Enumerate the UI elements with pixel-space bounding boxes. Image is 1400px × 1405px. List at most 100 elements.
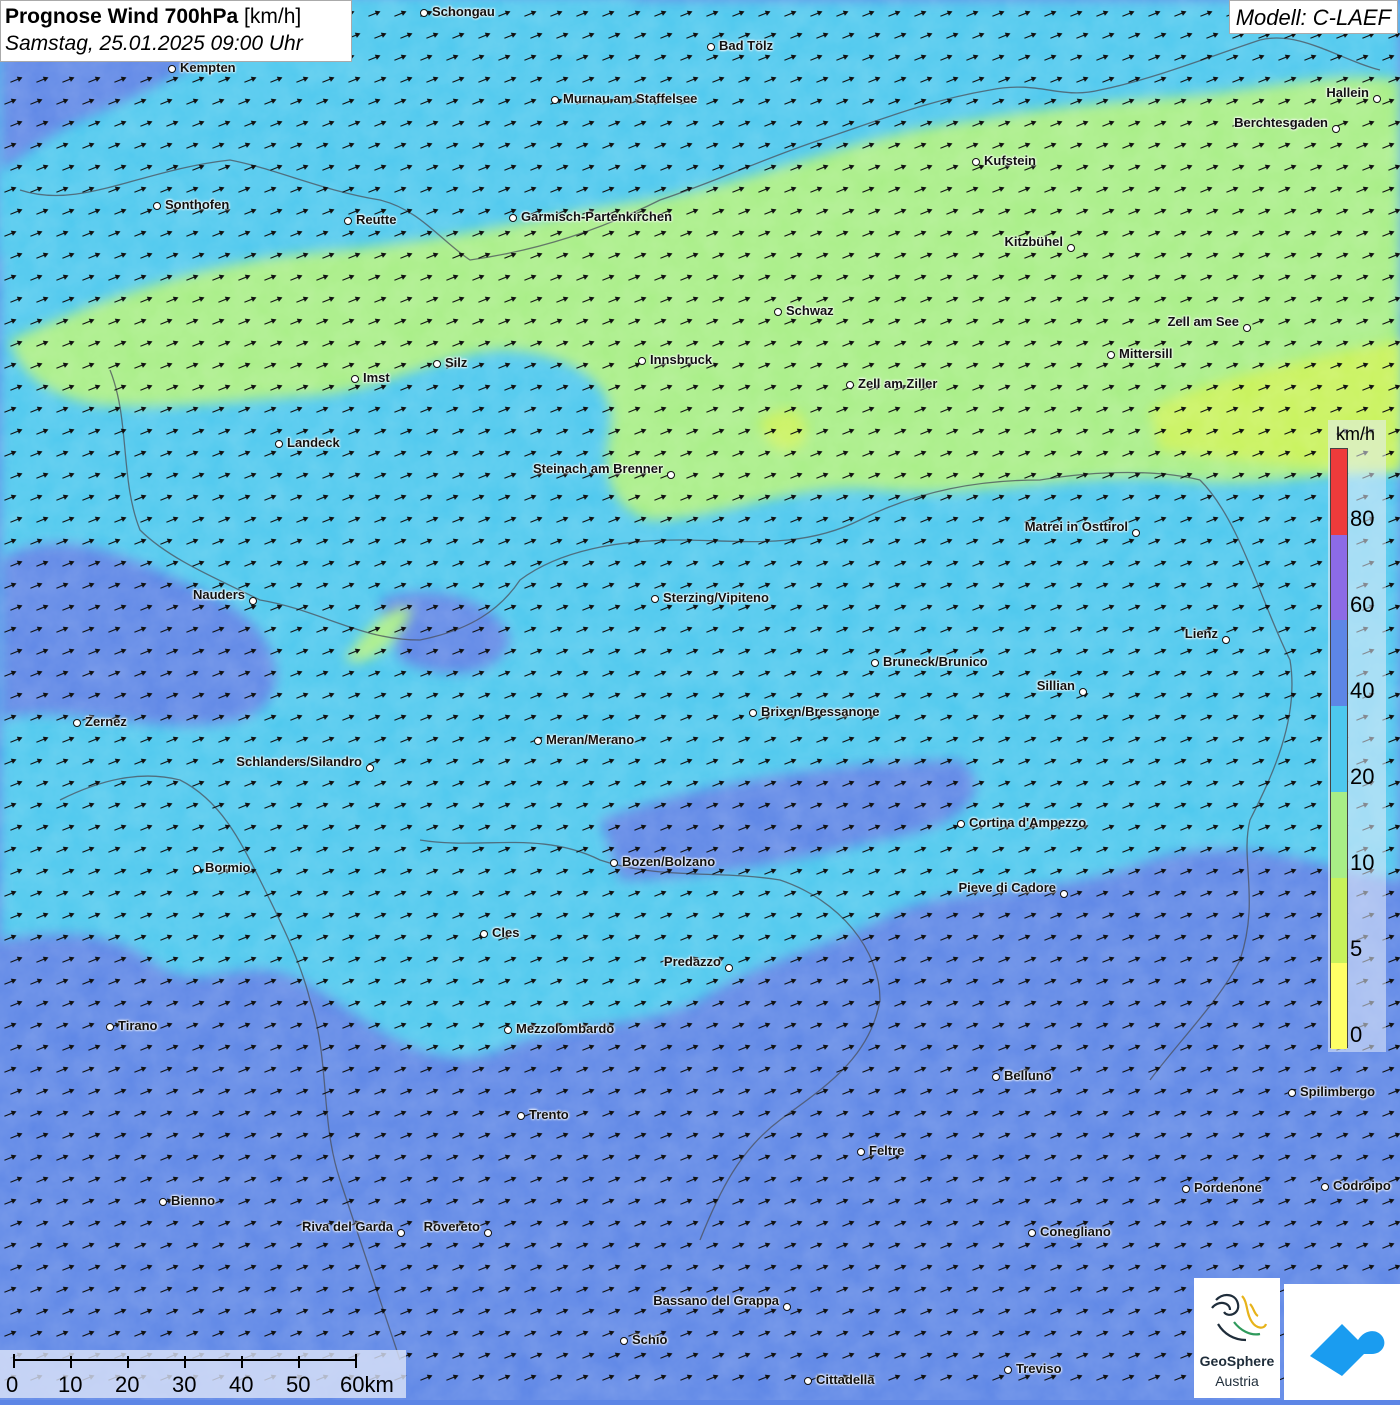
- city-marker[interactable]: [397, 1229, 405, 1237]
- city-label: Conegliano: [1040, 1224, 1111, 1239]
- legend-tick-40: 40: [1350, 678, 1375, 703]
- city-marker[interactable]: [871, 659, 879, 667]
- city-marker[interactable]: [1107, 351, 1115, 359]
- city-marker[interactable]: [275, 440, 283, 448]
- legend-tick-10: 10: [1350, 850, 1375, 875]
- city-marker[interactable]: [667, 471, 675, 479]
- city-label: Bozen/Bolzano: [622, 854, 716, 869]
- city-marker[interactable]: [1182, 1185, 1190, 1193]
- city-marker[interactable]: [610, 859, 618, 867]
- city-label: Spilimbergo: [1300, 1084, 1376, 1099]
- city-label: Trento: [529, 1107, 569, 1122]
- city-marker[interactable]: [651, 595, 659, 603]
- city-label: Rovereto: [423, 1219, 480, 1234]
- city-marker[interactable]: [957, 820, 965, 828]
- city-marker[interactable]: [1028, 1229, 1036, 1237]
- city-label: Silz: [445, 355, 468, 370]
- city-label: Schongau: [432, 4, 495, 19]
- city-label: Imst: [363, 370, 390, 385]
- city-marker[interactable]: [1132, 529, 1140, 537]
- city-marker[interactable]: [1373, 95, 1381, 103]
- weather-app-logo[interactable]: [1284, 1284, 1400, 1400]
- city-marker[interactable]: [749, 709, 757, 717]
- city-marker[interactable]: [1243, 324, 1251, 332]
- city-label: Cortina d'Ampezzo: [969, 815, 1087, 830]
- city-marker[interactable]: [1222, 636, 1230, 644]
- city-label: Bassano del Grappa: [653, 1293, 779, 1308]
- city-label: Sillian: [1036, 678, 1075, 693]
- legend-unit: km/h: [1336, 424, 1376, 444]
- legend-swatch-20: [1331, 706, 1347, 793]
- city-label: Tirano: [118, 1018, 158, 1033]
- city-label: Innsbruck: [650, 352, 713, 367]
- city-marker[interactable]: [73, 719, 81, 727]
- city-label: Predazzo: [663, 954, 721, 969]
- city-marker[interactable]: [1004, 1366, 1012, 1374]
- city-marker[interactable]: [857, 1148, 865, 1156]
- map-unit: [km/h]: [244, 5, 302, 28]
- city-label: Bad Tölz: [719, 38, 774, 53]
- city-marker[interactable]: [638, 357, 646, 365]
- city-label: Berchtesgaden: [1234, 115, 1328, 130]
- city-marker[interactable]: [159, 1198, 167, 1206]
- city-marker[interactable]: [551, 96, 559, 104]
- legend-swatch-40: [1331, 620, 1347, 707]
- city-marker[interactable]: [1332, 125, 1340, 133]
- city-marker[interactable]: [249, 597, 257, 605]
- city-marker[interactable]: [534, 737, 542, 745]
- city-label: Sonthofen: [165, 197, 230, 212]
- scale-label-30: 30: [172, 1372, 197, 1397]
- city-marker[interactable]: [168, 65, 176, 73]
- city-marker[interactable]: [433, 360, 441, 368]
- city-label: Sterzing/Vipiteno: [663, 590, 769, 605]
- city-marker[interactable]: [1079, 688, 1087, 696]
- city-marker[interactable]: [707, 43, 715, 51]
- legend-swatch-60: [1331, 534, 1347, 621]
- city-marker[interactable]: [193, 865, 201, 873]
- geosphere-logo-text: GeoSphere: [1199, 1353, 1275, 1369]
- geosphere-logo[interactable]: GeoSphere Austria: [1194, 1278, 1280, 1398]
- title-line: Prognose Wind 700hPa [km/h]: [5, 4, 347, 30]
- legend-swatch-0: [1331, 963, 1347, 1050]
- city-marker[interactable]: [783, 1303, 791, 1311]
- city-marker[interactable]: [517, 1112, 525, 1120]
- city-label: Belluno: [1004, 1068, 1052, 1083]
- city-marker[interactable]: [153, 202, 161, 210]
- city-marker[interactable]: [1067, 244, 1075, 252]
- city-label: Steinach am Brenner: [532, 461, 663, 476]
- city-label: Pordenone: [1194, 1180, 1262, 1195]
- geosphere-swirl-icon: [1211, 1294, 1268, 1342]
- city-marker[interactable]: [774, 308, 782, 316]
- legend-tick-80: 80: [1350, 506, 1375, 531]
- city-marker[interactable]: [509, 214, 517, 222]
- city-marker[interactable]: [484, 1229, 492, 1237]
- city-marker[interactable]: [366, 764, 374, 772]
- legend-tick-5: 5: [1350, 936, 1363, 961]
- city-marker[interactable]: [804, 1377, 812, 1385]
- city-marker[interactable]: [992, 1073, 1000, 1081]
- city-marker[interactable]: [620, 1337, 628, 1345]
- city-marker[interactable]: [972, 158, 980, 166]
- city-label: Zell am Ziller: [858, 376, 938, 391]
- scale-label-60km: 60km: [340, 1372, 394, 1397]
- city-marker[interactable]: [351, 375, 359, 383]
- city-marker[interactable]: [106, 1023, 114, 1031]
- legend-tick-60: 60: [1350, 592, 1375, 617]
- legend-swatch-5: [1331, 877, 1347, 964]
- city-marker[interactable]: [1060, 890, 1068, 898]
- city-marker[interactable]: [725, 964, 733, 972]
- city-marker[interactable]: [480, 930, 488, 938]
- cloud-arrow-icon: [1310, 1324, 1385, 1376]
- city-marker[interactable]: [846, 381, 854, 389]
- geosphere-logo-subtext: Austria: [1215, 1373, 1259, 1389]
- city-marker[interactable]: [504, 1026, 512, 1034]
- scale-label-50: 50: [286, 1372, 311, 1397]
- city-label: Zell am See: [1167, 314, 1239, 329]
- city-marker[interactable]: [1321, 1183, 1329, 1191]
- model-label: Modell: C-LAEF: [1228, 0, 1398, 34]
- city-marker[interactable]: [1288, 1089, 1296, 1097]
- city-marker[interactable]: [420, 9, 428, 17]
- city-marker[interactable]: [344, 217, 352, 225]
- city-label: Schio: [632, 1332, 668, 1347]
- city-label: Schwaz: [786, 303, 834, 318]
